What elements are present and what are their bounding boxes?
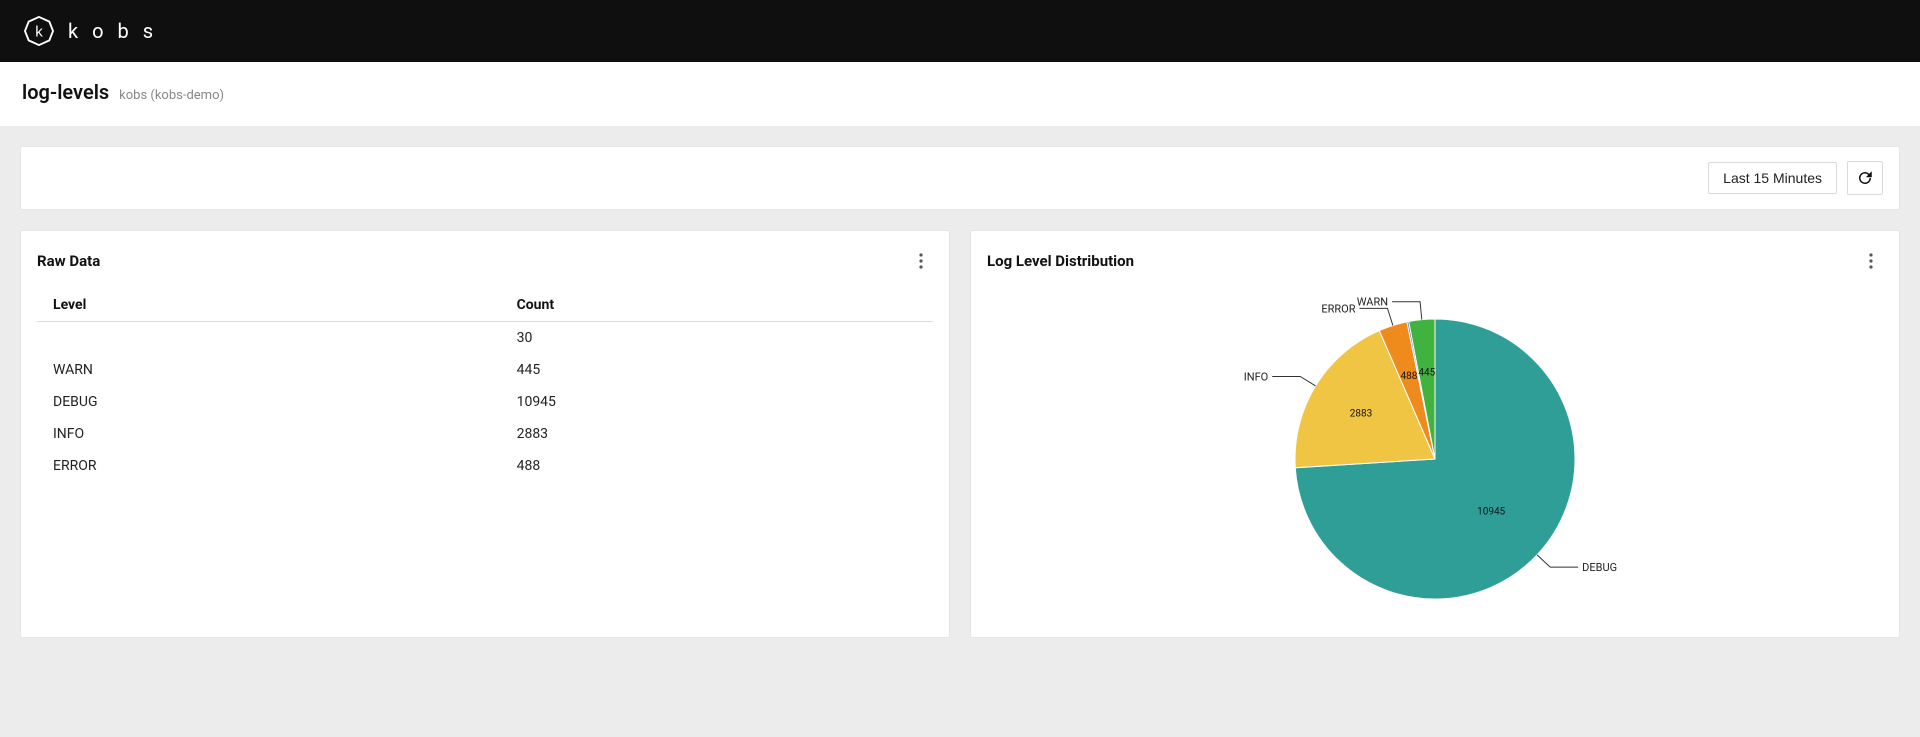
refresh-icon (1856, 169, 1874, 187)
kebab-icon (1869, 253, 1873, 269)
pie-chart-container: 10945 DEBUG 2883 INFO 488 ERROR 445 WARN (987, 289, 1883, 619)
col-count: Count (501, 289, 933, 322)
panel-menu-pie[interactable] (1859, 249, 1883, 273)
app-logo-text: kobs (68, 19, 167, 43)
cell-count: 30 (501, 322, 933, 355)
panel-row: Raw Data Level Count 30 WARN (0, 230, 1920, 658)
pie-slice-name: WARN (1357, 296, 1388, 309)
page-subtitle: kobs (kobs-demo) (119, 88, 224, 103)
table-row: ERROR 488 (37, 450, 933, 482)
refresh-button[interactable] (1847, 161, 1883, 195)
pie-slice-value: 488 (1400, 371, 1417, 382)
page-title: log-levels (22, 80, 109, 104)
pie-slice-value: 10945 (1477, 507, 1505, 518)
cell-count: 488 (501, 450, 933, 482)
cell-count: 10945 (501, 386, 933, 418)
raw-data-table: Level Count 30 WARN 445 DEBUG 10945 (37, 289, 933, 482)
pie-chart: 10945 DEBUG 2883 INFO 488 ERROR 445 WARN (1155, 289, 1715, 619)
pie-leader-line (1272, 377, 1315, 386)
table-row: 30 (37, 322, 933, 355)
table-row: INFO 2883 (37, 418, 933, 450)
pie-leader-line (1392, 302, 1422, 320)
cell-level: INFO (37, 418, 501, 450)
pie-slice-name: ERROR (1321, 302, 1355, 315)
pie-slice-value: 445 (1418, 368, 1435, 379)
pie-leader-line (1359, 308, 1392, 325)
cell-count: 445 (501, 354, 933, 386)
top-bar: k kobs (0, 0, 1920, 62)
cell-level: DEBUG (37, 386, 501, 418)
kebab-icon (919, 253, 923, 269)
app-logo[interactable]: k kobs (24, 16, 167, 46)
cell-count: 2883 (501, 418, 933, 450)
panel-menu-raw[interactable] (909, 249, 933, 273)
panel-raw-data: Raw Data Level Count 30 WARN (20, 230, 950, 638)
svg-text:k: k (35, 24, 43, 41)
cell-level (37, 322, 501, 355)
panel-title-pie: Log Level Distribution (987, 252, 1134, 270)
panel-log-distribution: Log Level Distribution 10945 DEBUG 2883 INF… (970, 230, 1900, 638)
pie-slice-name: DEBUG (1582, 561, 1617, 574)
pie-slice-value: 2883 (1350, 409, 1372, 420)
cell-level: ERROR (37, 450, 501, 482)
col-level: Level (37, 289, 501, 322)
cell-level: WARN (37, 354, 501, 386)
panel-title-raw: Raw Data (37, 252, 100, 270)
pie-leader-line (1537, 555, 1578, 567)
table-row: WARN 445 (37, 354, 933, 386)
table-row: DEBUG 10945 (37, 386, 933, 418)
page-title-band: log-levels kobs (kobs-demo) (0, 62, 1920, 126)
kobs-logo-icon: k (24, 16, 54, 46)
time-range-select[interactable]: Last 15 Minutes (1708, 162, 1837, 194)
dashboard-toolbar: Last 15 Minutes (20, 146, 1900, 210)
pie-slice-name: INFO (1244, 371, 1269, 384)
